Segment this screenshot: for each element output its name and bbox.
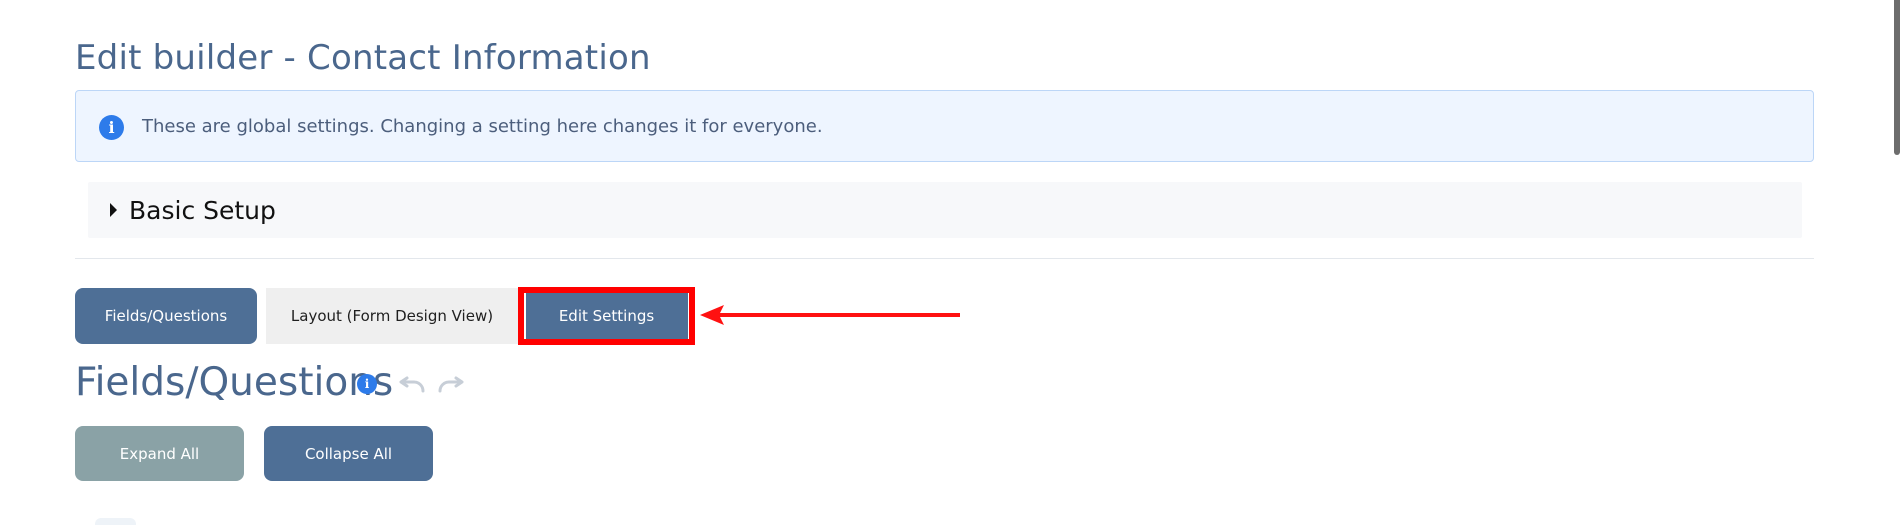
red-arrow-icon	[700, 305, 960, 325]
builder-tab-bar: Fields/Questions Layout (Form Design Vie…	[75, 286, 695, 345]
banner-text: These are global settings. Changing a se…	[142, 116, 823, 137]
undo-icon[interactable]	[397, 372, 427, 396]
tab-layout-form-design-view[interactable]: Layout (Form Design View)	[266, 287, 518, 344]
vertical-scrollbar[interactable]	[1894, 0, 1900, 155]
tab-edit-settings[interactable]: Edit Settings	[525, 292, 688, 339]
page-title: Edit builder - Contact Information	[75, 38, 651, 78]
fields-questions-heading: Fields/Questions	[75, 360, 394, 405]
collapse-all-button[interactable]: Collapse All	[264, 426, 433, 481]
caret-right-icon	[110, 203, 117, 217]
redo-icon[interactable]	[436, 372, 466, 396]
edit-settings-highlight-box: Edit Settings	[518, 286, 695, 345]
info-icon: i	[99, 115, 124, 140]
global-settings-banner: i These are global settings. Changing a …	[75, 90, 1814, 162]
basic-setup-label: Basic Setup	[129, 195, 276, 225]
expand-all-button[interactable]: Expand All	[75, 426, 244, 481]
info-icon[interactable]: i	[357, 374, 377, 394]
basic-setup-section-toggle[interactable]: Basic Setup	[88, 182, 1802, 238]
tab-fields-questions[interactable]: Fields/Questions	[75, 287, 257, 344]
section-actions: Expand All Collapse All	[75, 426, 433, 481]
page-root: Edit builder - Contact Information i The…	[0, 0, 1900, 525]
section-divider	[75, 258, 1814, 259]
partial-list-item	[95, 518, 136, 525]
